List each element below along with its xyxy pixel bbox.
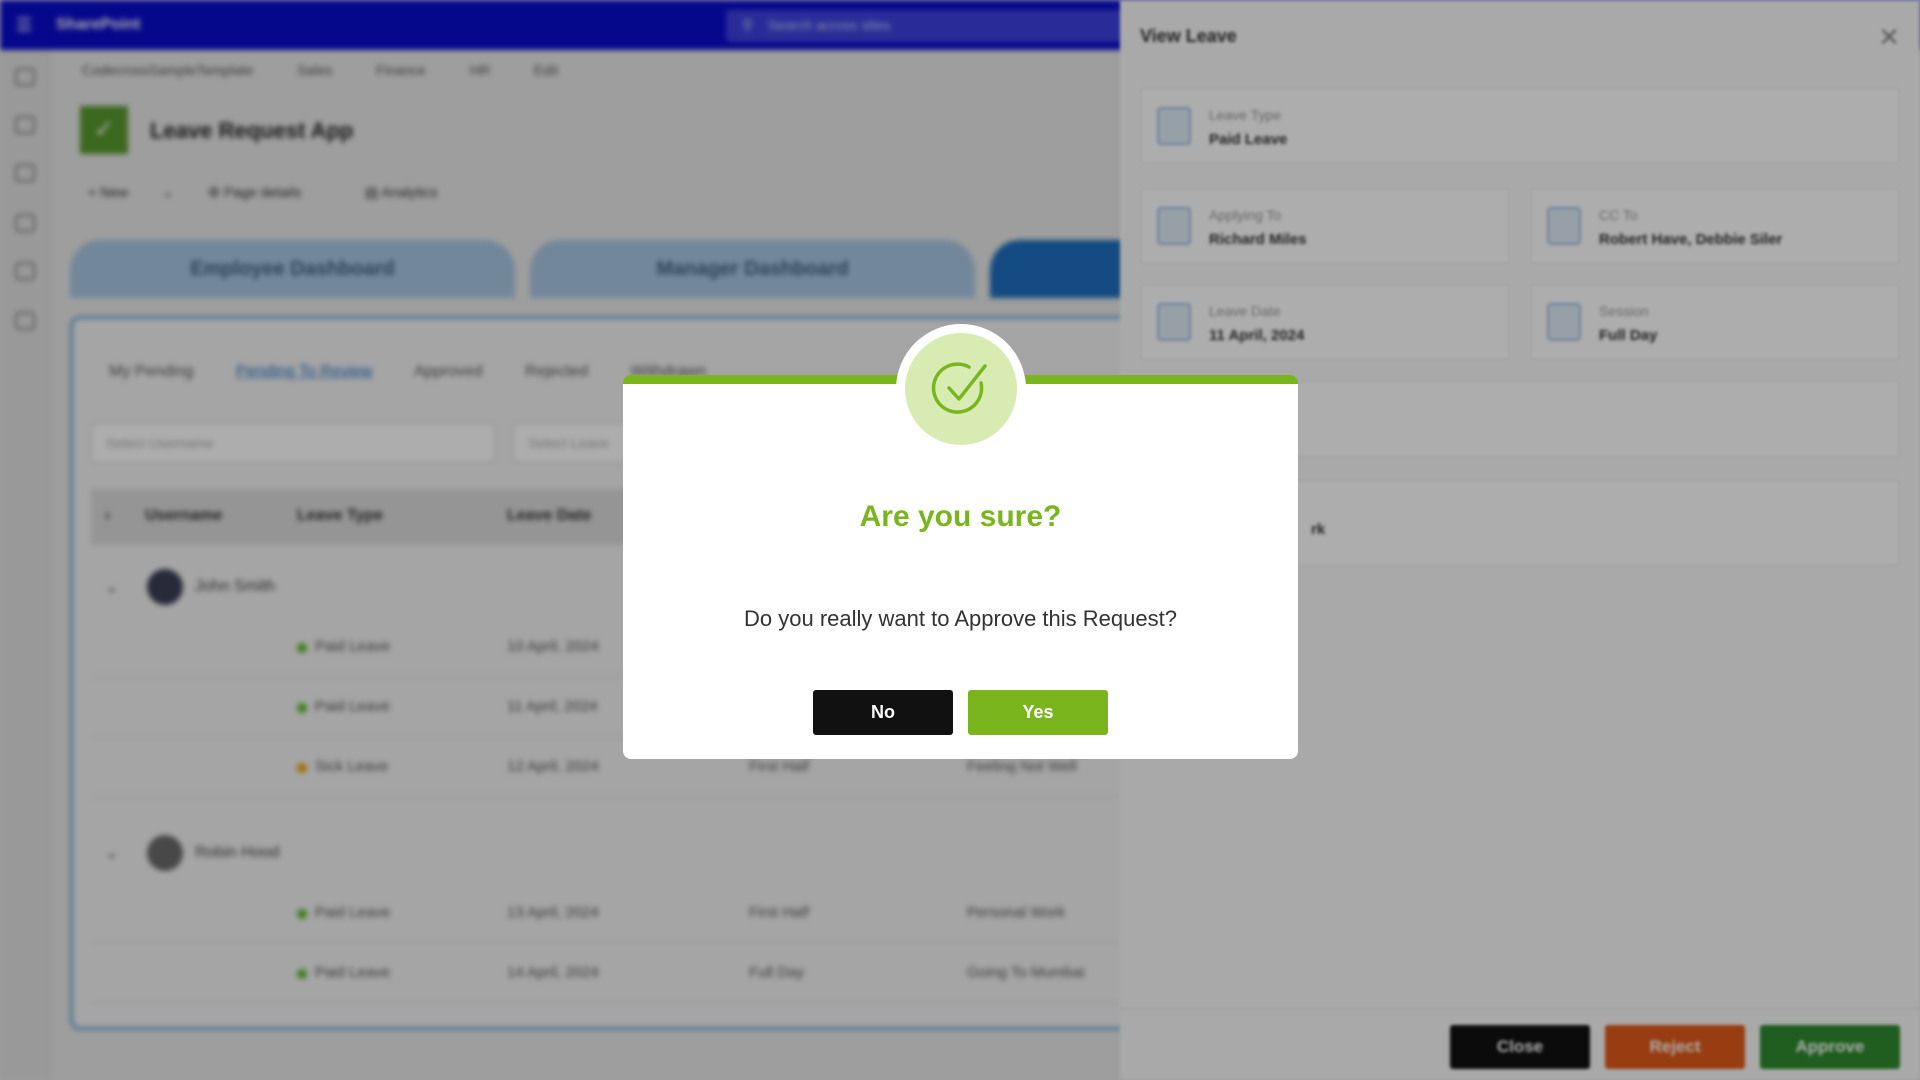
dialog-title: Are you sure? xyxy=(859,500,1062,533)
check-circle-icon xyxy=(905,333,1017,445)
no-button[interactable]: No xyxy=(813,690,953,735)
badge-ring xyxy=(896,324,1026,454)
confirm-dialog: Are you sure? Do you really want to Appr… xyxy=(623,324,1298,759)
yes-button[interactable]: Yes xyxy=(968,690,1108,735)
dialog-message: Do you really want to Approve this Reque… xyxy=(744,606,1177,631)
